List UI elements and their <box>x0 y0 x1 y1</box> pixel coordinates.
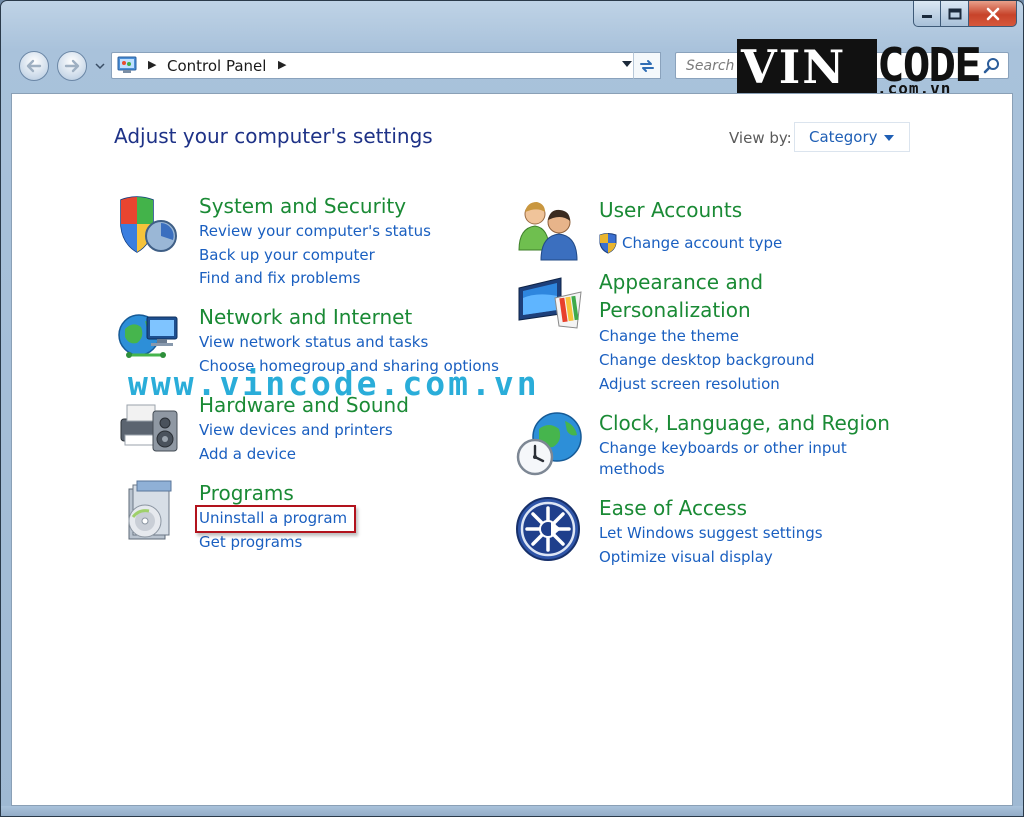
link-add-device[interactable]: Add a device <box>199 443 296 465</box>
category-appearance-and-personalization: Appearance and Personalization Change th… <box>515 268 935 398</box>
category-title-user-accounts[interactable]: User Accounts <box>599 196 742 224</box>
arrow-right-icon <box>64 59 80 73</box>
category-title-appearance-line2[interactable]: Personalization <box>599 296 751 324</box>
maximize-button[interactable] <box>941 1 969 27</box>
category-system-and-security: System and Security Review your computer… <box>115 192 475 288</box>
minimize-button[interactable] <box>913 1 941 27</box>
link-change-keyboards-cont[interactable]: methods <box>599 458 665 480</box>
category-title-clock-language-region[interactable]: Clock, Language, and Region <box>599 409 890 437</box>
monitor-palette-icon[interactable] <box>515 268 585 338</box>
category-user-accounts: User Accounts Change account type <box>515 196 935 261</box>
arrow-left-icon <box>26 59 42 73</box>
category-title-appearance-line1[interactable]: Appearance and <box>599 268 763 296</box>
link-windows-suggest-settings[interactable]: Let Windows suggest settings <box>599 522 823 544</box>
users-icon[interactable] <box>515 196 585 266</box>
breadcrumb-chevron-icon[interactable]: ▶ <box>278 58 286 71</box>
refresh-button[interactable] <box>633 52 661 79</box>
breadcrumb-separator-icon[interactable]: ▶ <box>148 58 156 71</box>
ease-of-access-icon[interactable] <box>515 494 585 564</box>
link-review-status[interactable]: Review your computer's status <box>199 220 431 242</box>
address-bar[interactable]: ▶ Control Panel ▶ <box>111 52 661 79</box>
clock-globe-icon[interactable] <box>515 409 585 479</box>
category-clock-language-region: Clock, Language, and Region Change keybo… <box>515 409 935 485</box>
watermark-url: www.vincode.com.vn <box>128 364 540 403</box>
link-change-theme[interactable]: Change the theme <box>599 325 739 347</box>
shield-icon[interactable] <box>115 192 185 262</box>
search-icon[interactable] <box>982 56 1002 76</box>
link-get-programs[interactable]: Get programs <box>199 531 302 553</box>
control-panel-icon <box>117 56 137 73</box>
category-title-network-and-internet[interactable]: Network and Internet <box>199 303 412 331</box>
chevron-down-icon <box>884 135 894 141</box>
link-change-account-type[interactable]: Change account type <box>622 232 782 254</box>
link-optimize-visual-display[interactable]: Optimize visual display <box>599 546 773 568</box>
maximize-icon <box>948 8 961 19</box>
page-title: Adjust your computer's settings <box>114 124 433 148</box>
back-button[interactable] <box>19 51 49 81</box>
refresh-icon <box>640 59 654 72</box>
forward-button[interactable] <box>57 51 87 81</box>
breadcrumb-control-panel[interactable]: Control Panel <box>167 57 266 75</box>
minimize-icon <box>922 14 932 18</box>
link-view-network-status[interactable]: View network status and tasks <box>199 331 428 353</box>
link-view-devices-printers[interactable]: View devices and printers <box>199 419 393 441</box>
watermark-logo-main: VIN <box>741 40 847 94</box>
close-icon <box>986 7 999 20</box>
uac-shield-icon <box>599 233 617 254</box>
title-bar[interactable] <box>1 1 1023 41</box>
link-back-up[interactable]: Back up your computer <box>199 244 375 266</box>
caption-buttons <box>913 1 1017 27</box>
uninstall-highlight-box <box>195 505 356 533</box>
category-ease-of-access: Ease of Access Let Windows suggest setti… <box>515 494 935 566</box>
view-by-value: Category <box>809 128 878 146</box>
window-bottom-border <box>1 806 1023 816</box>
globe-network-icon[interactable] <box>115 303 185 373</box>
control-panel-window: ▶ Control Panel ▶ VIN CODE .com.vn Adjus… <box>0 0 1024 817</box>
category-title-ease-of-access[interactable]: Ease of Access <box>599 494 747 522</box>
category-title-system-and-security[interactable]: System and Security <box>199 192 406 220</box>
close-button[interactable] <box>969 1 1017 27</box>
link-find-fix-problems[interactable]: Find and fix problems <box>199 267 360 289</box>
link-change-keyboards[interactable]: Change keyboards or other input <box>599 437 847 459</box>
recent-pages-dropdown-icon[interactable] <box>95 61 105 71</box>
view-by-dropdown[interactable]: Category <box>794 122 910 152</box>
content-pane: Adjust your computer's settings View by:… <box>11 93 1013 806</box>
programs-box-icon[interactable] <box>115 479 185 549</box>
watermark-logo: VIN CODE .com.vn <box>737 38 982 99</box>
link-change-desktop-background[interactable]: Change desktop background <box>599 349 815 371</box>
link-adjust-screen-resolution[interactable]: Adjust screen resolution <box>599 373 780 395</box>
watermark-logo-box: VIN <box>737 39 877 95</box>
view-by-label: View by: <box>729 129 792 147</box>
address-dropdown-icon[interactable] <box>622 61 632 67</box>
category-title-programs[interactable]: Programs <box>199 479 294 507</box>
